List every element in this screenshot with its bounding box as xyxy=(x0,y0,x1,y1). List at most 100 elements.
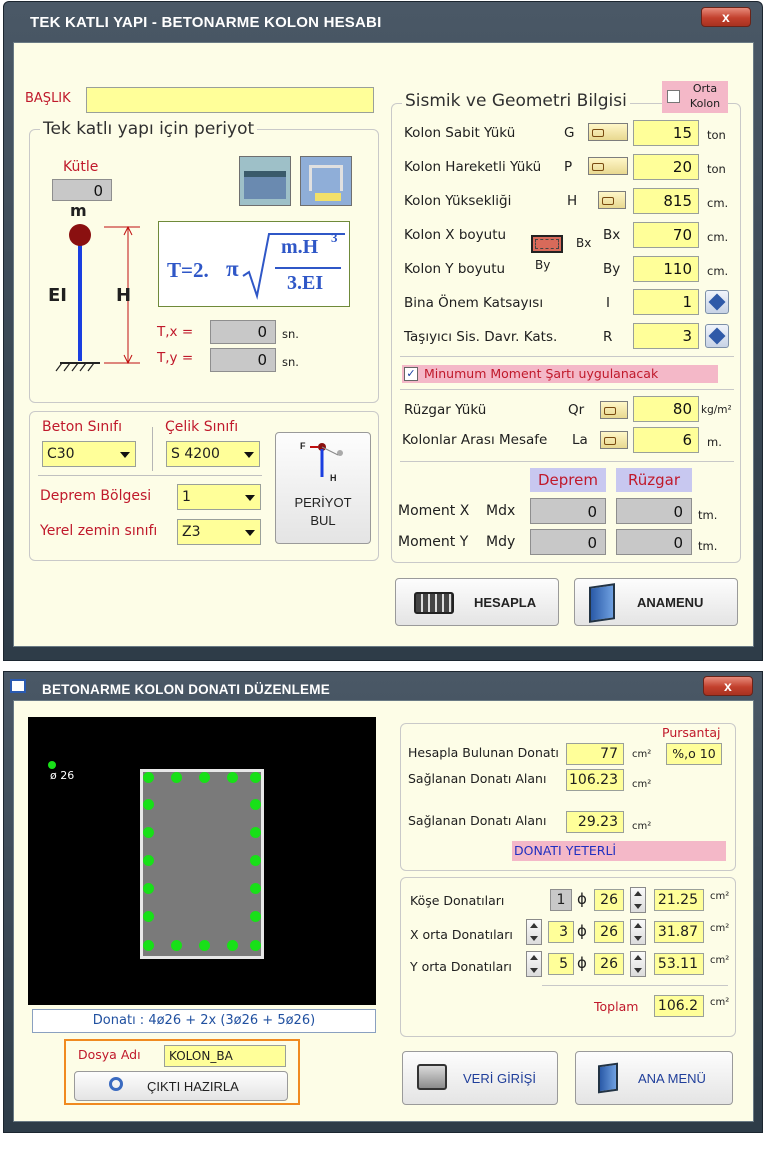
hareketli-yuk-input[interactable]: 20 xyxy=(633,154,699,180)
row-unit: ton xyxy=(707,128,726,142)
celik-label: Çelik Sınıfı xyxy=(165,419,239,435)
yorta-diameter-spinner[interactable] xyxy=(630,951,646,977)
door-icon xyxy=(598,1062,618,1094)
load-icon[interactable] xyxy=(588,123,628,141)
xorta-count[interactable]: 3 xyxy=(548,921,574,943)
anamenu-button[interactable]: ANAMENU xyxy=(574,578,738,626)
row-symbol: G xyxy=(564,125,575,141)
beton-select[interactable]: C30 xyxy=(42,441,136,467)
checkbox-icon[interactable]: ✓ xyxy=(404,367,418,381)
rebar-dot xyxy=(143,940,154,951)
beton-label: Beton Sınıfı xyxy=(42,419,122,435)
pursantaj-field[interactable]: %,o 10 xyxy=(666,743,722,765)
mx-deprem-field: 0 xyxy=(530,498,606,524)
yorta-count-spinner[interactable] xyxy=(526,951,542,977)
saglanan1-unit: cm² xyxy=(632,779,652,790)
rebar-dot xyxy=(143,827,154,838)
anamenu-label: ANAMENU xyxy=(637,595,704,610)
rebar-dot xyxy=(250,911,261,922)
by-input[interactable]: 110 xyxy=(633,256,699,282)
calculator-icon[interactable] xyxy=(600,431,628,449)
load-icon[interactable] xyxy=(588,157,628,175)
yorta-area: 53.11 xyxy=(654,953,704,975)
mesafe-label: Kolonlar Arası Mesafe xyxy=(402,432,548,448)
kutle-field[interactable]: 0 xyxy=(52,179,112,201)
xorta-diameter-spinner[interactable] xyxy=(630,919,646,945)
toplam-unit: cm² xyxy=(710,997,730,1008)
pursantaj-label: Pursantaj xyxy=(662,725,721,740)
calculator-icon[interactable] xyxy=(598,191,626,209)
by-tag: By xyxy=(535,258,551,272)
rebar-dot xyxy=(143,855,154,866)
kose-diameter-spinner[interactable] xyxy=(630,887,646,913)
cikti-hazirla-button[interactable]: ÇIKTI HAZIRLA xyxy=(74,1071,288,1101)
zemin-value: Z3 xyxy=(182,524,201,540)
bx-input[interactable]: 70 xyxy=(633,222,699,248)
xorta-area: 31.87 xyxy=(654,921,704,943)
zemin-select[interactable]: Z3 xyxy=(177,519,261,545)
deprem-header: Deprem xyxy=(530,468,606,492)
frame-icon-button[interactable] xyxy=(300,156,352,206)
yorta-diameter[interactable]: 26 xyxy=(594,953,624,975)
window-kolon-hesabi: TEK KATLI YAPI - BETONARME KOLON HESABI … xyxy=(3,1,763,661)
divider xyxy=(152,427,153,471)
legend-dot xyxy=(48,761,56,769)
mesafe-input[interactable]: 6 xyxy=(633,427,699,453)
chevron-down-icon xyxy=(120,452,130,458)
yukseklik-input[interactable]: 815 xyxy=(633,188,699,214)
orta-kolon-box[interactable] xyxy=(667,90,680,103)
xorta-diameter[interactable]: 26 xyxy=(594,921,624,943)
dosya-input[interactable]: KOLON_BA xyxy=(164,1045,286,1067)
sabit-yuk-input[interactable]: 15 xyxy=(633,120,699,146)
baslik-input[interactable] xyxy=(86,87,374,113)
info-icon[interactable] xyxy=(705,324,729,348)
separator-line xyxy=(542,985,728,986)
row-label: Kolon Y boyutu xyxy=(404,261,506,277)
rebar-dot xyxy=(250,772,261,783)
xorta-count-spinner[interactable] xyxy=(526,919,542,945)
kose-label: Köşe Donatıları xyxy=(410,893,505,908)
xorta-label: X orta Donatıları xyxy=(410,927,513,942)
veri-girisi-button[interactable]: VERİ GİRİŞİ xyxy=(402,1051,558,1105)
saglanan2-unit: cm² xyxy=(632,821,652,832)
rebar-dot xyxy=(199,772,210,783)
hesapla-button[interactable]: HESAPLA xyxy=(395,578,559,626)
donati-panel: ø 26 Donatı: 4ø26 + 2x (3ø26 + 5ø26) Do… xyxy=(13,700,754,1122)
zemin-label: Yerel zemin sınıfı xyxy=(40,523,158,539)
minimum-moment-checkbox[interactable]: ✓ Minumum Moment Şartı uygulanacak xyxy=(402,365,718,383)
yorta-count[interactable]: 5 xyxy=(548,953,574,975)
building-icon-button[interactable] xyxy=(239,156,291,206)
calculator-icon[interactable] xyxy=(600,401,628,419)
onem-katsayisi-input[interactable]: 1 xyxy=(633,289,699,315)
ruzgar-input[interactable]: 80 xyxy=(633,396,699,422)
kose-diameter[interactable]: 26 xyxy=(594,889,624,911)
separator-line xyxy=(38,475,262,476)
period-formula: T=2. π m.H 3 3.EI xyxy=(158,221,350,307)
hesap-field: 77 xyxy=(566,743,624,765)
veri-girisi-label: VERİ GİRİŞİ xyxy=(463,1071,536,1086)
rebar-dot xyxy=(143,911,154,922)
info-icon[interactable] xyxy=(705,290,729,314)
ana-menu-button[interactable]: ANA MENÜ xyxy=(575,1051,733,1105)
deprem-select[interactable]: 1 xyxy=(177,484,261,510)
rebar-dot xyxy=(171,772,182,783)
formula-den: 3.EI xyxy=(287,272,324,294)
saglanan1-label: Sağlanan Donatı Alanı xyxy=(408,771,547,786)
close-button[interactable]: x xyxy=(703,676,753,696)
phi-icon: ϕ xyxy=(577,954,587,972)
orta-kolon-checkbox[interactable]: Orta Kolon xyxy=(662,81,728,113)
title-bar[interactable]: TEK KATLI YAPI - BETONARME KOLON HESABI … xyxy=(4,2,762,42)
window-title: TEK KATLI YAPI - BETONARME KOLON HESABI xyxy=(30,14,382,31)
davranis-katsayisi-input[interactable]: 3 xyxy=(633,323,699,349)
ty-label: T,y = xyxy=(157,350,194,366)
periyot-bul-button[interactable]: F H PERİYOT BUL xyxy=(275,432,371,544)
close-button[interactable]: x xyxy=(701,7,751,27)
column-section xyxy=(140,769,264,959)
celik-select[interactable]: S 4200 xyxy=(166,441,260,467)
row-symbol: By xyxy=(603,261,621,277)
rebar-dot xyxy=(199,940,210,951)
close-icon: x xyxy=(722,9,730,25)
deprem-label: Deprem Bölgesi xyxy=(40,488,152,504)
magnifier-icon xyxy=(109,1077,123,1091)
yorta-unit: cm² xyxy=(710,955,730,966)
